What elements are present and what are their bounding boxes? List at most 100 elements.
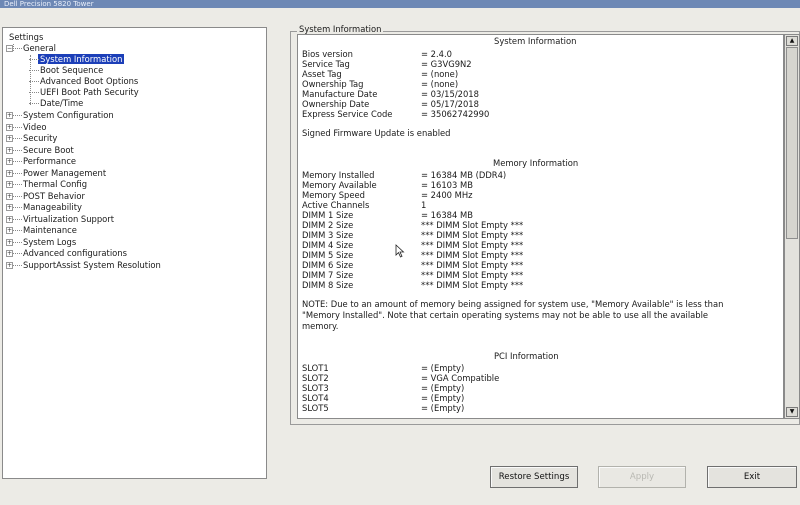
info-key: SLOT5 <box>302 403 329 413</box>
tree-item-performance[interactable]: + Performance <box>6 156 76 167</box>
arrow-up-icon[interactable]: ▲ <box>786 36 798 46</box>
info-key: Service Tag <box>302 59 350 69</box>
info-value: 1 <box>421 200 427 210</box>
section-title-pci: PCI Information <box>494 351 559 361</box>
tree-item-label: Secure Boot <box>23 144 74 155</box>
tree-item-manageability[interactable]: + Manageability <box>6 202 82 213</box>
info-key: SLOT4 <box>302 393 329 403</box>
expand-icon[interactable]: + <box>6 261 13 269</box>
info-value: = (none) <box>421 79 459 89</box>
expand-icon[interactable]: + <box>6 215 13 223</box>
expand-icon[interactable]: + <box>6 227 13 234</box>
info-key: Ownership Tag <box>302 79 364 89</box>
tree-item-post-behavior[interactable]: + POST Behavior <box>6 191 85 202</box>
tree-item-label: Security <box>23 133 58 143</box>
tree-item-virtualization-support[interactable]: + Virtualization Support <box>6 214 114 225</box>
tree-item-label: Video <box>23 121 47 132</box>
info-key: DIMM 2 Size <box>302 220 354 230</box>
info-value: = (Empty) <box>421 363 465 373</box>
expand-icon[interactable]: + <box>6 181 13 188</box>
info-key: Active Channels <box>302 200 370 210</box>
info-value: *** DIMM Slot Empty *** <box>421 240 524 250</box>
tree-item-label: Boot Sequence <box>40 65 104 75</box>
info-key: DIMM 7 Size <box>302 270 354 280</box>
tree-item-maintenance[interactable]: + Maintenance <box>6 225 77 236</box>
section-title-memory: Memory Information <box>493 158 579 168</box>
exit-button[interactable]: Exit <box>707 466 797 488</box>
tree-item-video[interactable]: + Video <box>6 121 47 133</box>
tree-item-label: System Configuration <box>23 110 114 120</box>
info-value: *** DIMM Slot Empty *** <box>421 220 524 230</box>
section-title-system: System Information <box>494 36 577 46</box>
tree-item-label: SupportAssist System Resolution <box>23 259 161 270</box>
info-value: = (Empty) <box>421 403 465 413</box>
tree-item-date-time[interactable]: Date/Time <box>29 98 84 109</box>
info-key: DIMM 6 Size <box>302 260 354 270</box>
info-value: = G3VG9N2 <box>421 59 472 69</box>
tree-item-system-logs[interactable]: + System Logs <box>6 237 76 248</box>
tree-item-general[interactable]: − General <box>6 43 56 54</box>
expand-icon[interactable]: + <box>6 112 13 119</box>
info-key: Asset Tag <box>302 69 342 79</box>
tree-item-supportassist-system-resolution[interactable]: + SupportAssist System Resolution <box>6 259 161 271</box>
tree-item-advanced-boot-options[interactable]: Advanced Boot Options <box>29 76 138 87</box>
expand-icon[interactable]: + <box>6 123 13 131</box>
tree-item-label: System Information <box>38 54 125 64</box>
group-title: System Information <box>297 24 384 34</box>
tree-item-system-configuration[interactable]: + System Configuration <box>6 110 114 121</box>
info-key: Memory Installed <box>302 170 375 180</box>
expand-icon[interactable]: + <box>6 146 13 154</box>
expand-icon[interactable]: + <box>6 135 13 142</box>
info-key: Express Service Code <box>302 109 393 119</box>
tree-item-label: Date/Time <box>40 98 84 108</box>
tree-item-security[interactable]: + Security <box>6 133 58 144</box>
tree-item-secure-boot[interactable]: + Secure Boot <box>6 144 74 156</box>
vertical-scrollbar[interactable]: ▲ ▼ <box>784 34 800 419</box>
window-title: Dell Precision 5820 Tower <box>0 0 800 8</box>
restore-settings-button[interactable]: Restore Settings <box>490 466 578 488</box>
tree-item-boot-sequence[interactable]: Boot Sequence <box>29 65 104 76</box>
info-value: *** DIMM Slot Empty *** <box>421 230 524 240</box>
settings-tree: Settings − General System Information Bo… <box>2 27 267 479</box>
info-value: *** DIMM Slot Empty *** <box>421 270 524 280</box>
expand-icon[interactable]: + <box>6 204 13 211</box>
tree-connector <box>30 55 31 105</box>
arrow-down-icon[interactable]: ▼ <box>786 407 798 417</box>
info-value: *** DIMM Slot Empty *** <box>421 250 524 260</box>
info-value: = 35062742990 <box>421 109 490 119</box>
firmware-status: Signed Firmware Update is enabled <box>302 128 451 138</box>
tree-item-advanced-configurations[interactable]: + Advanced configurations <box>6 248 127 259</box>
tree-item-power-management[interactable]: + Power Management <box>6 167 107 179</box>
apply-button[interactable]: Apply <box>598 466 686 488</box>
expand-icon[interactable]: + <box>6 158 13 165</box>
info-key: SLOT2 <box>302 373 329 383</box>
info-key: Memory Available <box>302 180 377 190</box>
tree-item-system-information[interactable]: System Information <box>29 54 125 65</box>
collapse-icon[interactable]: − <box>6 45 13 52</box>
info-key: DIMM 4 Size <box>302 240 354 250</box>
expand-icon[interactable]: + <box>6 192 13 200</box>
tree-item-thermal-config[interactable]: + Thermal Config <box>6 179 87 190</box>
info-value: *** DIMM Slot Empty *** <box>421 260 524 270</box>
tree-item-uefi-boot-path-security[interactable]: UEFI Boot Path Security <box>29 87 139 98</box>
tree-item-label: Advanced configurations <box>23 248 127 258</box>
tree-root-settings: Settings <box>9 32 44 42</box>
info-value: = (none) <box>421 69 459 79</box>
scrollbar-thumb[interactable] <box>786 47 798 239</box>
info-key: SLOT1 <box>302 363 329 373</box>
tree-item-label: UEFI Boot Path Security <box>40 87 139 97</box>
info-key: Bios version <box>302 49 353 59</box>
tree-item-label: Power Management <box>23 167 107 178</box>
expand-icon[interactable]: + <box>6 238 13 246</box>
info-key: SLOT3 <box>302 383 329 393</box>
expand-icon[interactable]: + <box>6 169 13 177</box>
info-value: = 2400 MHz <box>421 190 473 200</box>
info-key: Ownership Date <box>302 99 370 109</box>
tree-item-label: Maintenance <box>23 225 77 235</box>
info-key: DIMM 3 Size <box>302 230 354 240</box>
info-value: = (Empty) <box>421 383 465 393</box>
expand-icon[interactable]: + <box>6 250 13 257</box>
info-value: = 05/17/2018 <box>421 99 479 109</box>
info-key: DIMM 1 Size <box>302 210 354 220</box>
mouse-pointer-icon <box>395 244 405 260</box>
